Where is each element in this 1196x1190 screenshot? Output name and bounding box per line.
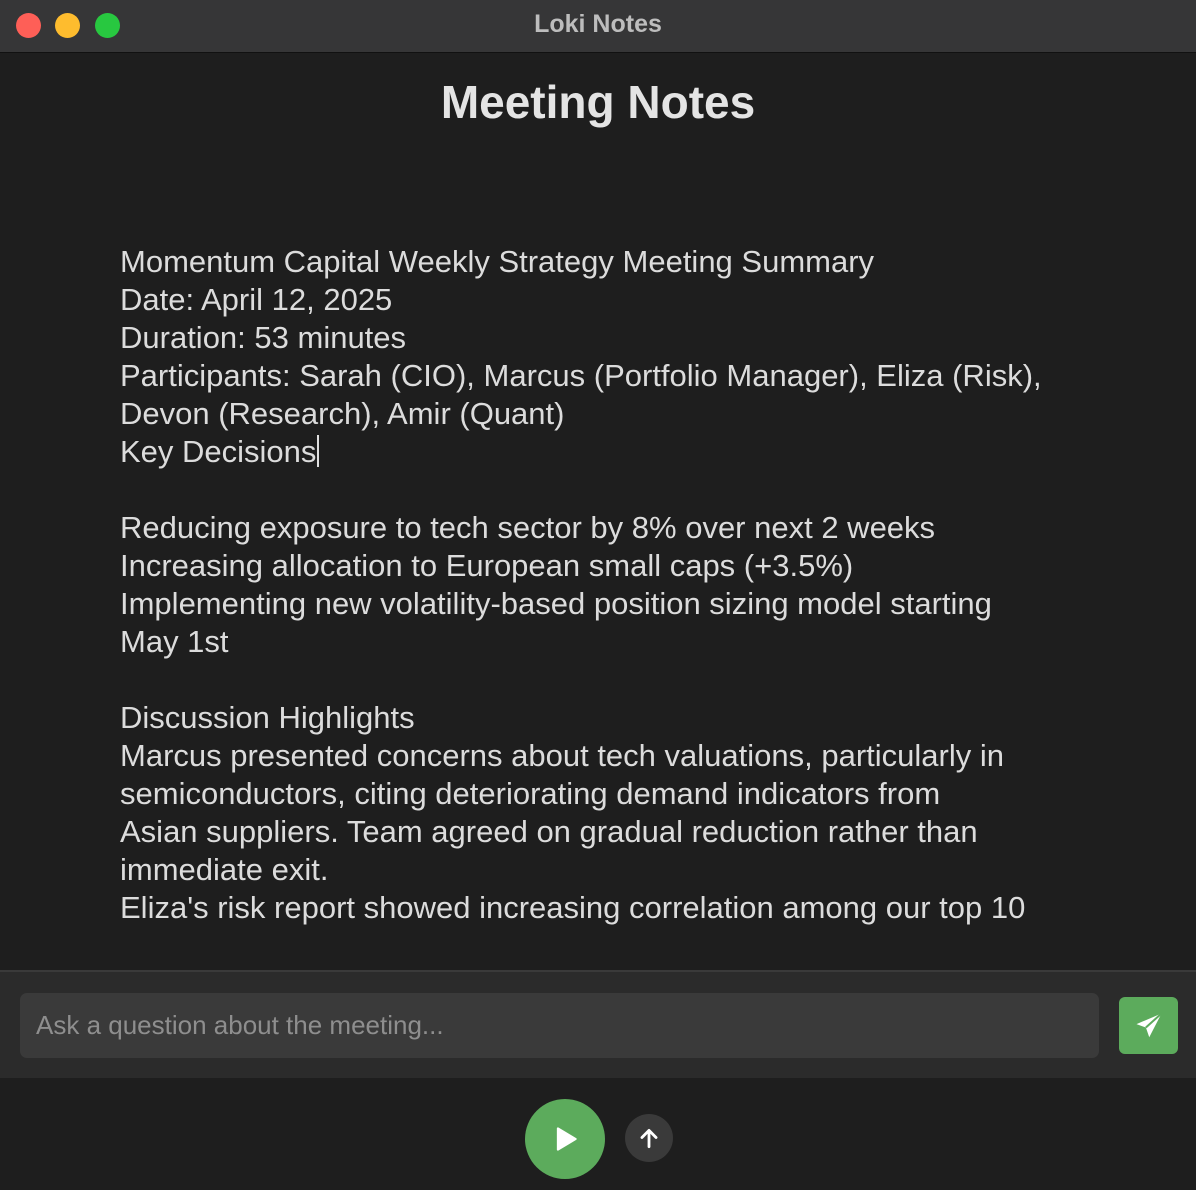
title-bar: Loki Notes [0,0,1196,53]
text-cursor [317,435,320,467]
note-line: Reducing exposure to tech sector by 8% o… [120,510,936,545]
note-line: Key Decisions [120,433,1120,471]
play-icon [556,1127,577,1151]
send-button[interactable] [1119,997,1178,1054]
notes-content-area[interactable]: Meeting Notes Momentum Capital Weekly St… [0,53,1196,970]
note-line: Implementing new volatility-based positi… [120,586,992,621]
meeting-notes-text[interactable]: Momentum Capital Weekly Strategy Meeting… [120,243,1120,927]
note-line: Asian suppliers. Team agreed on gradual … [120,814,978,849]
note-line: Marcus presented concerns about tech val… [120,738,1004,773]
note-line: semiconductors, citing deteriorating dem… [120,776,941,811]
note-line: Participants: Sarah (CIO), Marcus (Portf… [120,358,1042,393]
scroll-up-button[interactable] [625,1114,673,1162]
note-line: Date: April 12, 2025 [120,282,393,317]
note-line: Duration: 53 minutes [120,320,407,355]
note-line: Increasing allocation to European small … [120,548,854,583]
play-button[interactable] [525,1099,605,1179]
window-title: Loki Notes [534,10,662,38]
question-input[interactable] [20,993,1099,1058]
note-line: Eliza's risk report showed increasing co… [120,890,1026,925]
note-line: Discussion Highlights [120,700,415,735]
note-line: immediate exit. [120,852,329,887]
note-line: Momentum Capital Weekly Strategy Meeting… [120,244,875,279]
page-title: Meeting Notes [440,76,756,128]
app-window: Loki Notes Meeting Notes Momentum Capita… [0,0,1196,1190]
question-bar [0,970,1196,1078]
note-line: May 1st [120,624,229,659]
paper-plane-icon [1136,1012,1162,1037]
playback-controls [0,1078,1196,1190]
arrow-up-icon [640,1129,658,1149]
note-line: Devon (Research), Amir (Quant) [120,396,565,431]
